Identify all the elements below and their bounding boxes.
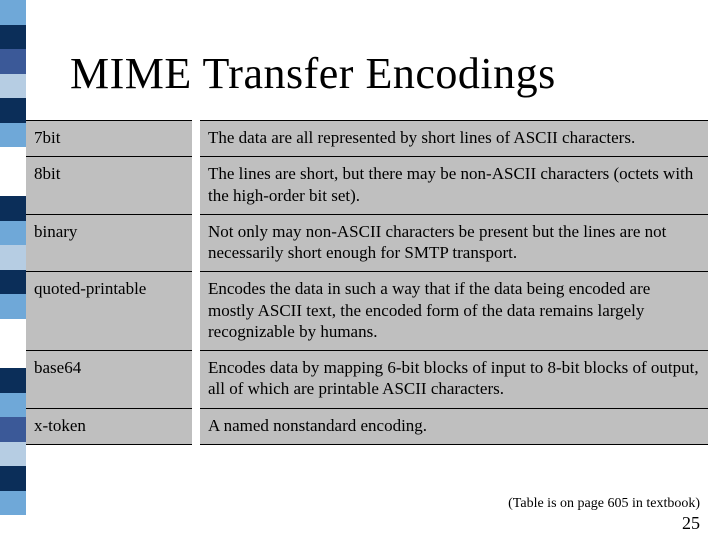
stripe-segment bbox=[0, 245, 26, 270]
encoding-description: The data are all represented by short li… bbox=[200, 121, 708, 157]
stripe-segment bbox=[0, 123, 26, 148]
stripe-segment bbox=[0, 442, 26, 467]
stripe-segment bbox=[0, 0, 26, 25]
table-row: quoted-printableEncodes the data in such… bbox=[26, 272, 708, 351]
table-row: 7bitThe data are all represented by shor… bbox=[26, 121, 708, 157]
stripe-segment bbox=[0, 368, 26, 393]
stripe-segment bbox=[0, 196, 26, 221]
encoding-description: Encodes the data in such a way that if t… bbox=[200, 272, 708, 351]
table-row: binaryNot only may non-ASCII characters … bbox=[26, 214, 708, 272]
encoding-name: 7bit bbox=[26, 121, 192, 157]
stripe-segment bbox=[0, 515, 26, 540]
slide: MIME Transfer Encodings 7bitThe data are… bbox=[0, 0, 720, 540]
stripe-segment bbox=[0, 172, 26, 197]
encoding-name: 8bit bbox=[26, 157, 192, 215]
stripe-segment bbox=[0, 49, 26, 74]
table-caption: (Table is on page 605 in textbook) bbox=[508, 496, 700, 512]
column-gap bbox=[192, 351, 200, 409]
decorative-side-stripe bbox=[0, 0, 26, 540]
encoding-name: base64 bbox=[26, 351, 192, 409]
encoding-description: A named nonstandard encoding. bbox=[200, 408, 708, 444]
stripe-segment bbox=[0, 466, 26, 491]
encoding-description: Not only may non-ASCII characters be pre… bbox=[200, 214, 708, 272]
encodings-table: 7bitThe data are all represented by shor… bbox=[26, 120, 708, 445]
encoding-name: binary bbox=[26, 214, 192, 272]
stripe-segment bbox=[0, 147, 26, 172]
stripe-segment bbox=[0, 491, 26, 516]
column-gap bbox=[192, 408, 200, 444]
column-gap bbox=[192, 121, 200, 157]
table-row: x-tokenA named nonstandard encoding. bbox=[26, 408, 708, 444]
stripe-segment bbox=[0, 343, 26, 368]
stripe-segment bbox=[0, 74, 26, 99]
encoding-name: x-token bbox=[26, 408, 192, 444]
stripe-segment bbox=[0, 221, 26, 246]
stripe-segment bbox=[0, 417, 26, 442]
table-row: 8bitThe lines are short, but there may b… bbox=[26, 157, 708, 215]
column-gap bbox=[192, 272, 200, 351]
encoding-name: quoted-printable bbox=[26, 272, 192, 351]
stripe-segment bbox=[0, 270, 26, 295]
slide-title: MIME Transfer Encodings bbox=[70, 48, 700, 99]
stripe-segment bbox=[0, 25, 26, 50]
table-row: base64Encodes data by mapping 6-bit bloc… bbox=[26, 351, 708, 409]
stripe-segment bbox=[0, 294, 26, 319]
encoding-description: The lines are short, but there may be no… bbox=[200, 157, 708, 215]
page-number: 25 bbox=[682, 513, 700, 534]
stripe-segment bbox=[0, 393, 26, 418]
column-gap bbox=[192, 157, 200, 215]
stripe-segment bbox=[0, 98, 26, 123]
column-gap bbox=[192, 214, 200, 272]
encoding-description: Encodes data by mapping 6-bit blocks of … bbox=[200, 351, 708, 409]
stripe-segment bbox=[0, 319, 26, 344]
